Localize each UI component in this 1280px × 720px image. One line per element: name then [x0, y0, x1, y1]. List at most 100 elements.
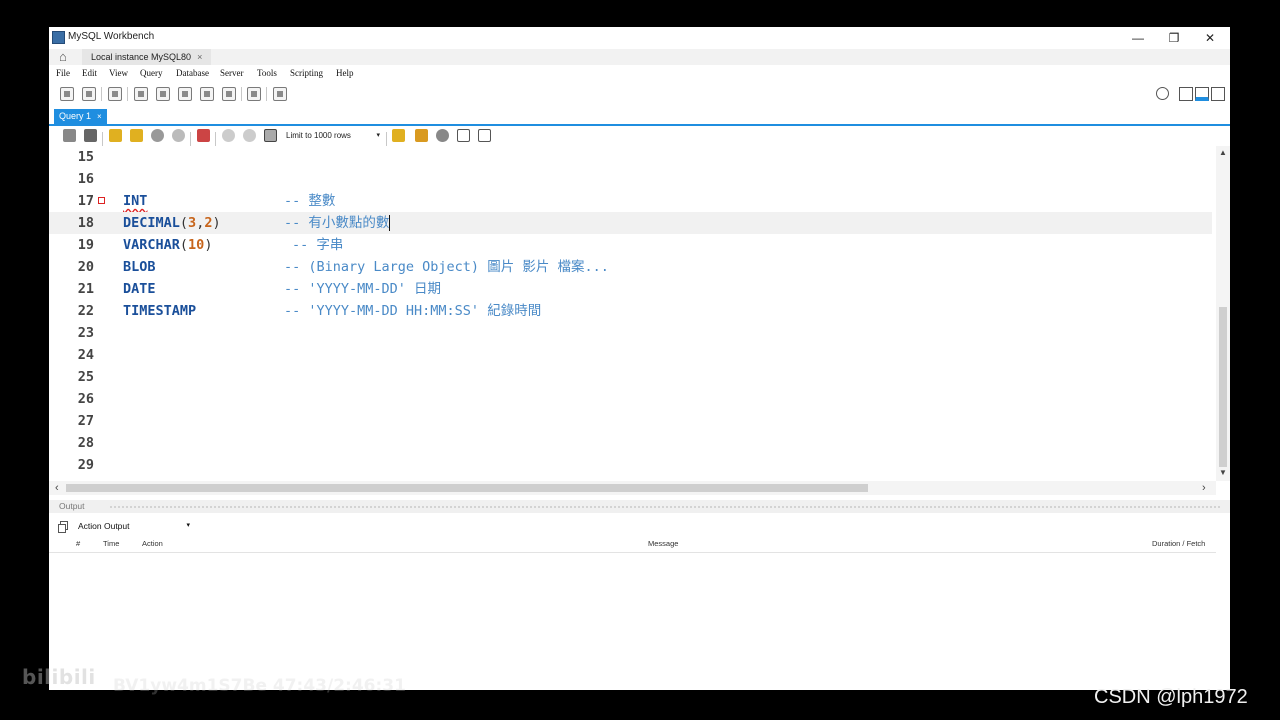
execute-current-statement-icon[interactable] [130, 129, 143, 142]
sql-keyword: DATE [123, 281, 156, 297]
line-number: 28 [77, 435, 94, 451]
menu-edit[interactable]: Edit [82, 68, 97, 78]
column-header-duration[interactable]: Duration / Fetch [1152, 539, 1205, 548]
sql-keyword: TIMESTAMP [123, 303, 197, 319]
line-number: 26 [77, 391, 94, 407]
rollback-icon[interactable] [243, 129, 256, 142]
settings-icon[interactable] [1156, 87, 1169, 100]
editor-line: 19 VARCHAR(10) -- 字串 [49, 234, 1212, 256]
editor-line: 24 [49, 344, 1212, 366]
word-wrap-icon[interactable] [478, 129, 491, 142]
sql-comment: -- 有小數點的數 [284, 212, 391, 234]
invisible-chars-icon[interactable] [457, 129, 470, 142]
beautify-icon[interactable] [415, 129, 428, 142]
output-column-headers: # Time Action Message Duration / Fetch [49, 536, 1216, 553]
column-header-message[interactable]: Message [648, 539, 678, 548]
menu-view[interactable]: View [109, 68, 128, 78]
toggle-output-icon[interactable] [1195, 87, 1209, 101]
horizontal-scroll-thumb[interactable] [66, 484, 868, 492]
line-number: 29 [77, 457, 94, 473]
inspector-icon[interactable] [108, 87, 122, 101]
scroll-right-arrow-icon[interactable]: › [1202, 481, 1206, 495]
line-number: 18 [77, 215, 94, 231]
open-sql-script-icon[interactable] [82, 87, 96, 101]
create-procedure-icon[interactable] [200, 87, 214, 101]
home-icon[interactable]: ⌂ [59, 49, 67, 65]
column-header-index[interactable]: # [76, 539, 80, 548]
stop-on-error-icon[interactable] [197, 129, 210, 142]
column-header-time[interactable]: Time [103, 539, 119, 548]
connection-tab[interactable]: Local instance MySQL80 × [82, 49, 212, 65]
title-bar: MySQL Workbench — ❐ ✕ [49, 27, 1230, 49]
create-view-icon[interactable] [178, 87, 192, 101]
menu-query[interactable]: Query [140, 68, 163, 78]
execute-icon[interactable] [109, 129, 122, 142]
menu-scripting[interactable]: Scripting [290, 68, 323, 78]
create-function-icon[interactable] [222, 87, 236, 101]
find-icon[interactable] [436, 129, 449, 142]
close-icon[interactable]: × [97, 112, 102, 121]
output-type-select[interactable]: Action Output ▾ [78, 521, 190, 533]
create-schema-icon[interactable] [134, 87, 148, 101]
autocommit-icon[interactable] [264, 129, 277, 142]
csdn-credit: CSDN @lph1972 [1094, 686, 1248, 708]
sql-editor[interactable]: 15 16 17 INT -- 整數 18 DECIMAL(3,2) -- 有小… [49, 146, 1216, 481]
create-table-icon[interactable] [156, 87, 170, 101]
save-icon[interactable] [84, 129, 97, 142]
commit-icon[interactable] [222, 129, 235, 142]
sql-comment: -- 整數 [284, 193, 336, 209]
explain-icon[interactable] [151, 129, 164, 142]
editor-horizontal-scrollbar[interactable]: ‹ › [49, 481, 1216, 495]
vertical-scroll-thumb[interactable] [1219, 307, 1227, 467]
panel-resize-grip[interactable] [109, 505, 1221, 508]
editor-line: 25 [49, 366, 1212, 388]
toolbar-separator [102, 132, 103, 146]
close-icon[interactable]: × [197, 52, 202, 62]
menu-file[interactable]: File [56, 68, 70, 78]
stop-icon[interactable] [172, 129, 185, 142]
add-snippet-icon[interactable] [392, 129, 405, 142]
limit-rows-select[interactable]: Limit to 1000 rows ▾ [286, 129, 382, 142]
sql-keyword: VARCHAR [123, 237, 180, 253]
editor-line: 28 [49, 432, 1212, 454]
line-number: 16 [77, 171, 94, 187]
line-number: 15 [77, 149, 94, 165]
open-file-icon[interactable] [63, 129, 76, 142]
new-sql-tab-icon[interactable] [60, 87, 74, 101]
menu-help[interactable]: Help [336, 68, 354, 78]
toggle-sidebar-icon[interactable] [1179, 87, 1193, 101]
comment-prefix: -- [284, 215, 309, 231]
sql-keyword: BLOB [123, 259, 156, 275]
line-number: 24 [77, 347, 94, 363]
editor-line: 16 [49, 168, 1212, 190]
menu-database[interactable]: Database [176, 68, 209, 78]
copy-icon[interactable] [58, 521, 68, 533]
syntax-error-marker-icon[interactable] [98, 197, 105, 204]
scroll-up-arrow-icon[interactable]: ▲ [1216, 148, 1230, 157]
column-header-action[interactable]: Action [142, 539, 163, 548]
toolbar-separator [386, 132, 387, 146]
toggle-secondary-sidebar-icon[interactable] [1211, 87, 1225, 101]
minimize-button[interactable]: — [1123, 29, 1153, 47]
sql-comment: -- (Binary Large Object) 圖片 影片 檔案... [284, 259, 609, 275]
video-id-watermark: BV1yw4m1S7Be 47:43/2:46:31 [113, 676, 406, 696]
output-body [49, 553, 1230, 690]
workbench-window: MySQL Workbench — ❐ ✕ ⌂ Local instance M… [49, 27, 1230, 690]
restore-button[interactable]: ❐ [1159, 29, 1189, 47]
search-table-data-icon[interactable] [247, 87, 261, 101]
menu-tools[interactable]: Tools [257, 68, 277, 78]
editor-vertical-scrollbar[interactable]: ▲ ▼ [1216, 146, 1230, 481]
reconnect-icon[interactable] [273, 87, 287, 101]
editor-line-current: 18 DECIMAL(3,2) -- 有小數點的數 [49, 212, 1212, 234]
menu-server[interactable]: Server [220, 68, 244, 78]
close-window-button[interactable]: ✕ [1195, 29, 1225, 47]
sql-comment: -- 'YYYY-MM-DD HH:MM:SS' 紀錄時間 [284, 303, 542, 319]
scroll-left-arrow-icon[interactable]: ‹ [55, 481, 59, 495]
tab-query-1[interactable]: Query 1 × [54, 109, 107, 124]
toolbar-separator [101, 87, 102, 101]
line-number: 27 [77, 413, 94, 429]
line-number: 19 [77, 237, 94, 253]
query-tab-bar: Query 1 × [49, 107, 1230, 126]
scroll-down-arrow-icon[interactable]: ▼ [1216, 468, 1230, 477]
toolbar-separator [190, 132, 191, 146]
